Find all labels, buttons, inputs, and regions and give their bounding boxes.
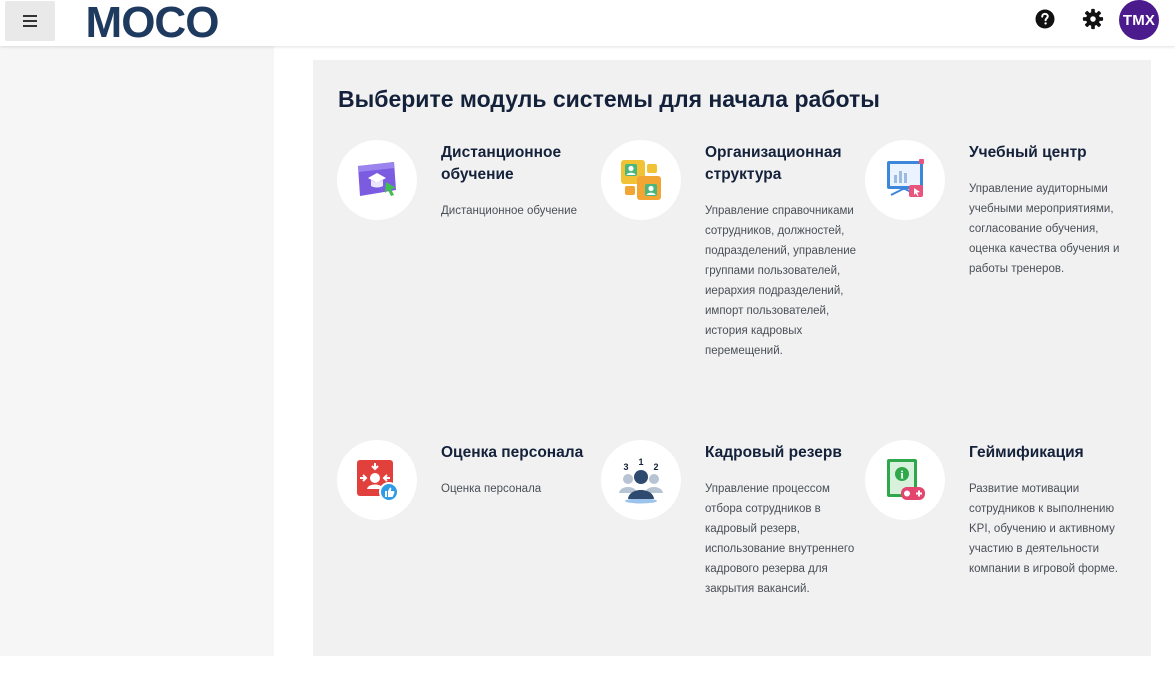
svg-text:2: 2 [653,462,658,472]
org-structure-icon [621,160,661,200]
top-bar: MOCO TMX [0,0,1175,46]
training-center-icon [887,159,924,197]
staff-assessment-icon [357,460,399,502]
module-card-org-structure[interactable]: Организационная структура Управление спр… [601,140,865,400]
module-panel: Выберите модуль системы для начала работ… [313,60,1151,656]
module-card-staff-assessment[interactable]: Оценка персонала Оценка персонала [337,440,601,700]
module-description: Оценка персонала [441,483,542,495]
talent-pool-icon: 1 3 2 [619,457,663,504]
menu-button[interactable] [5,1,55,41]
module-title: Учебный центр [969,144,1087,161]
module-title: Кадровый резерв [705,444,842,461]
module-title: Организационная структура [705,144,842,183]
module-title: Геймификация [969,444,1084,461]
module-card-talent-pool[interactable]: 1 3 2 Кадровый резерв Управление процесс… [601,440,865,700]
module-title: Дистанционное обучение [441,144,562,183]
module-description: Дистанционное обучение [441,205,577,217]
module-description: Управление справочниками сотрудников, до… [705,205,857,357]
module-card-training-center[interactable]: Учебный центр Управление аудиторными уче… [865,140,1129,400]
module-description: Управление процессом отбора сотрудников … [705,483,855,595]
module-card-remote-learning[interactable]: Дистанционное обучение Дистанционное обу… [337,140,601,400]
hamburger-icon [23,15,37,27]
svg-text:1: 1 [638,457,643,467]
module-card-gamification[interactable]: i Геймификация Развитие мотивации сотруд… [865,440,1129,700]
help-icon[interactable] [1035,9,1055,29]
remote-learning-icon [358,162,396,196]
user-avatar[interactable]: TMX [1119,0,1159,40]
svg-text:MOCO: MOCO [86,4,219,42]
sidebar [0,46,274,656]
module-description: Управление аудиторными учебными мероприя… [969,183,1120,275]
svg-text:3: 3 [623,462,628,472]
module-title: Оценка персонала [441,444,584,461]
gear-icon[interactable] [1082,8,1104,30]
moco-logo[interactable]: MOCO [74,4,230,42]
module-description: Развитие мотивации сотрудников к выполне… [969,483,1118,575]
gamification-icon: i [887,459,925,500]
page-title: Выберите модуль системы для начала работ… [338,86,880,112]
